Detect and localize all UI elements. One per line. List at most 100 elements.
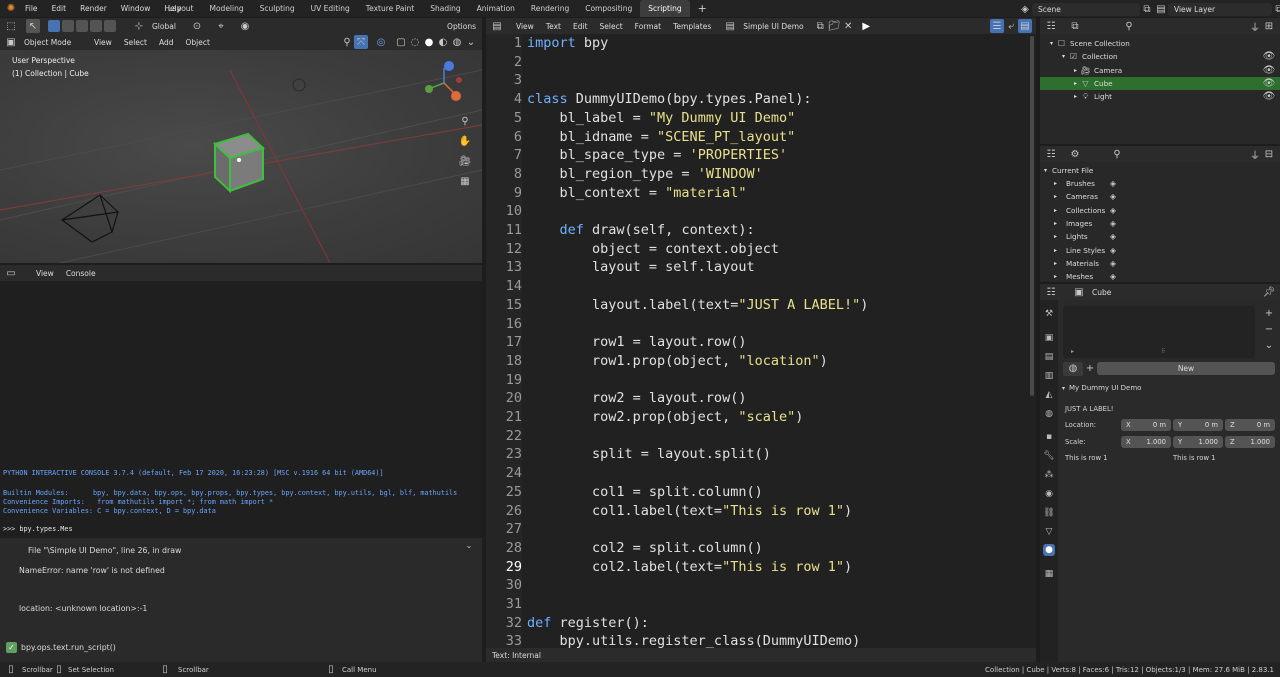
gizmo-icon[interactable]: ⤧ [354,35,368,49]
syntax-highlight-icon[interactable]: ▤ [1018,19,1032,33]
menu-edit[interactable]: Edit [45,4,74,13]
data-browser-editor-type-icon[interactable]: ☷ [1044,147,1058,161]
render-tab-icon[interactable]: ▣ [1043,332,1055,344]
output-tab-icon[interactable]: ▤ [1043,351,1055,363]
data-browser-item[interactable]: ▸ Images ◈ [1040,217,1280,230]
outliner-editor-type-icon[interactable]: ☷ [1044,19,1058,33]
text-menu-templates[interactable]: Templates [667,22,717,31]
add-workspace-icon[interactable]: + [690,0,715,17]
menu-file[interactable]: File [18,4,45,13]
outliner-row[interactable]: ▾ ☑ Collection 👁︎ [1040,50,1280,63]
expand-arrow-icon[interactable]: ▸ [1071,348,1074,355]
expand-arrow-icon[interactable]: ▸ [1054,260,1066,267]
tab-uv-editing[interactable]: UV Editing [303,0,358,17]
menu-window[interactable]: Window [114,4,158,13]
view-layer-copy-icon[interactable]: ⧉ [1272,2,1280,16]
text-menu-select[interactable]: Select [594,22,629,31]
console-prompt-input[interactable]: >>> bpy.types.Mes [3,525,73,533]
viewport-menu-object[interactable]: Object [179,38,215,47]
new-material-button[interactable]: New [1097,362,1275,375]
run-script-icon[interactable]: ▶ [859,19,873,33]
add-slot-icon[interactable]: + [1262,306,1276,320]
xray-icon[interactable]: ▢ [394,35,408,49]
outliner-row[interactable]: ▸ 🎥︎ Camera 👁︎ [1040,64,1280,77]
pivot-point-icon[interactable]: ⊙ [190,19,204,33]
tab-compositing[interactable]: Compositing [577,0,640,17]
scale-z-field[interactable]: Z 1.000 [1225,436,1275,448]
rendered-shading-icon[interactable]: ◍ [450,35,464,49]
expand-arrow-icon[interactable]: ▾ [1044,167,1052,174]
expand-arrow-icon[interactable]: ▸ [1040,67,1080,74]
data-browser-item[interactable]: ▸ Meshes ◈ [1040,270,1280,283]
view-layer-tab-icon[interactable]: ▥ [1043,370,1055,382]
text-datablock-icon[interactable]: ▤ [723,19,737,33]
open-folder-icon[interactable]: 📁︎ [827,19,841,33]
expand-arrow-icon[interactable]: ▸ [1054,233,1066,240]
scale-y-field[interactable]: Y 1.000 [1173,436,1223,448]
tab-sculpting[interactable]: Sculpting [252,0,303,17]
data-browser-item[interactable]: ▸ Brushes ◈ [1040,177,1280,190]
expand-arrow-icon[interactable]: ▾ [1040,40,1056,47]
resize-handle-icon[interactable]: ⠿ [1161,348,1165,355]
outliner-row[interactable]: ▾ ☐ Scene Collection [1040,37,1280,50]
data-browser-filter-icon[interactable]: ⏚ [1248,147,1262,162]
solid-shading-icon[interactable]: ● [422,35,436,49]
console-menu-view[interactable]: View [30,269,60,278]
scale-x-field[interactable]: X 1.000 [1121,436,1171,448]
text-menu-view[interactable]: View [510,22,540,31]
new-collection-icon[interactable]: ⊞ [1262,19,1276,33]
select-box-invert-icon[interactable] [90,20,102,32]
console-editor-type-icon[interactable]: ▭ [4,266,18,280]
data-browser-item[interactable]: ▸ Materials ◈ [1040,257,1280,270]
data-browser-search-icon[interactable]: ⚲ [1110,147,1124,161]
tab-modeling[interactable]: Modeling [202,0,252,17]
constraints-tab-icon[interactable]: ⛓ [1043,507,1055,519]
visibility-eye-icon[interactable]: 👁︎ [1262,50,1276,64]
panel-collapse-icon[interactable]: ▾ [1062,385,1065,392]
location-x-field[interactable]: X 0 m [1121,419,1171,431]
console-menu-console[interactable]: Console [60,269,102,278]
transform-orientation-field[interactable]: Global [146,22,190,31]
line-numbers-icon[interactable]: ☰ [990,19,1004,33]
object-tab-icon[interactable]: ▪ [1043,431,1055,443]
close-text-icon[interactable]: ✕ [841,19,855,33]
tab-texture-paint[interactable]: Texture Paint [358,0,422,17]
physics-tab-icon[interactable]: ◉ [1043,488,1055,500]
expand-arrow-icon[interactable]: ▸ [1054,247,1066,254]
particles-tab-icon[interactable]: ⁂ [1043,469,1055,481]
expand-arrow-icon[interactable]: ▸ [1040,80,1080,87]
blend-file-mode-icon[interactable]: ⚙ [1068,147,1082,161]
expand-arrow-icon[interactable]: ▸ [1054,273,1066,280]
scene-copy-icon[interactable]: ⧉ [1140,2,1154,16]
modifier-tab-icon[interactable]: 🔧︎ [1043,450,1055,462]
editor-type-icon[interactable]: ⬚ [4,19,18,33]
ortho-grid-icon[interactable]: ▦ [458,174,472,188]
expand-arrow-icon[interactable]: ▸ [1054,193,1066,200]
viewport-menu-add[interactable]: Add [153,38,180,47]
visibility-eye-icon[interactable]: 👁︎ [1262,90,1276,104]
expand-arrow-icon[interactable]: ▸ [1054,180,1066,187]
3d-viewport[interactable]: User Perspective (1) Collection | Cube ⚲… [0,50,482,263]
python-console[interactable]: PYTHON INTERACTIVE CONSOLE 3.7.4 (defaul… [0,281,482,538]
select-tool-icon[interactable]: ↖ [26,19,40,33]
slot-specials-icon[interactable]: ⌄ [1262,338,1276,352]
outliner-row[interactable]: ▸ 💡︎ Light 👁︎ [1040,90,1280,103]
duplicate-text-icon[interactable]: ⧉ [813,19,827,33]
menu-render[interactable]: Render [73,4,114,13]
text-menu-edit[interactable]: Edit [567,22,594,31]
editor-scrollbar[interactable] [1030,36,1034,396]
world-tab-icon[interactable]: ◍ [1043,408,1055,420]
outliner-row[interactable]: ▸ ▽ Cube 👁︎ [1040,76,1280,90]
text-menu-format[interactable]: Format [629,22,667,31]
shading-options-icon[interactable]: ⌄ [464,35,478,49]
options-dropdown[interactable]: Options [441,22,482,31]
visibility-eye-icon[interactable]: 👁︎ [1262,63,1276,77]
object-data-tab-icon[interactable]: ▽ [1043,526,1055,538]
text-editor-type-icon[interactable]: ▤ [490,19,504,33]
tab-rendering[interactable]: Rendering [523,0,577,17]
outliner-search-icon[interactable]: ⚲ [1122,19,1136,33]
expand-arrow-icon[interactable]: ▸ [1054,220,1066,227]
material-slot-list[interactable]: ▸ ⠿ [1063,306,1255,358]
pan-hand-icon[interactable]: ✋ [458,134,472,148]
tab-layout[interactable]: Layout [160,0,202,17]
